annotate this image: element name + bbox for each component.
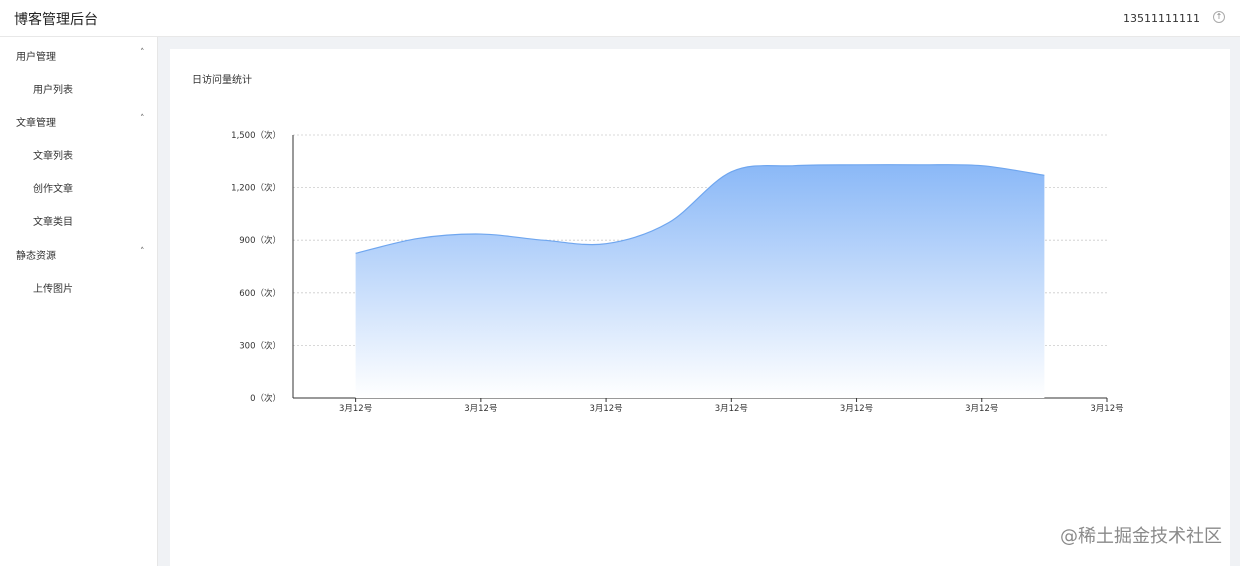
chevron-up-icon[interactable]: ˄ — [140, 247, 145, 257]
menu-item-article-category[interactable]: 文章类目 — [33, 213, 73, 228]
x-tick-label: 3月12号 — [715, 404, 748, 414]
user-account[interactable]: 13511111111 — [1123, 12, 1200, 25]
sidebar: 用户管理 ˄ 用户列表 文章管理 ˄ 文章列表 创作文章 文章类目 静态资源 ˄… — [0, 37, 158, 566]
y-tick-label: 300（次） — [239, 340, 281, 351]
top-header: 博客管理后台 13511111111 ↑ — [0, 0, 1240, 37]
y-tick-label: 1,200（次） — [231, 183, 281, 194]
visits-area-chart: 0（次） 300（次） 600（次） 900（次） 1,200（次） 1,500（次） 3月… — [231, 130, 1123, 414]
y-tick-label: 600（次） — [239, 288, 281, 299]
chevron-up-icon[interactable]: ˄ — [140, 114, 145, 124]
x-tick-label: 3月12号 — [840, 404, 873, 414]
menu-group-static-resources[interactable]: 静态资源 — [16, 247, 56, 262]
menu-item-article-list[interactable]: 文章列表 — [33, 147, 73, 162]
menu-item-upload-image[interactable]: 上传图片 — [33, 280, 73, 295]
x-tick-label: 3月12号 — [339, 404, 372, 414]
menu-item-user-list[interactable]: 用户列表 — [33, 81, 73, 96]
menu-group-article-management[interactable]: 文章管理 — [16, 114, 56, 129]
y-tick-label: 900（次） — [239, 235, 281, 246]
menu-group-user-management[interactable]: 用户管理 — [16, 48, 56, 63]
x-tick-label: 3月12号 — [965, 404, 998, 414]
y-tick-label: 0（次） — [250, 393, 281, 404]
x-tick-label: 3月12号 — [589, 404, 622, 414]
watermark: @稀土掘金技术社区 — [1060, 526, 1222, 547]
menu-item-create-article[interactable]: 创作文章 — [33, 180, 73, 195]
app-title: 博客管理后台 — [14, 12, 98, 28]
y-tick-label: 1,500（次） — [231, 130, 281, 141]
upload-circle-icon[interactable]: ↑ — [1213, 11, 1225, 23]
chevron-up-icon[interactable]: ˄ — [140, 48, 145, 58]
main-content: 日访问量统计 0（次） 300（次） 600（次） 900（次） 1,200（次） 1,5… — [170, 49, 1230, 566]
x-tick-label: 3月12号 — [1090, 404, 1123, 414]
x-tick-label: 3月12号 — [464, 404, 497, 414]
area-fill — [355, 164, 1045, 398]
